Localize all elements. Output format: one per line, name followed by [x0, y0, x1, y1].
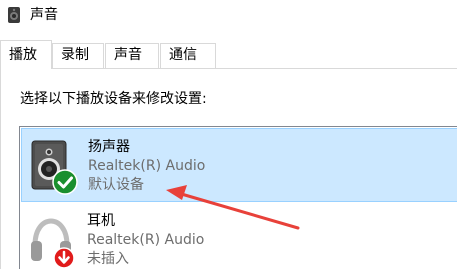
tab-recording[interactable]: 录制 — [52, 43, 104, 68]
tab-playback[interactable]: 播放 — [0, 40, 52, 69]
tab-communications[interactable]: 通信 — [160, 43, 216, 68]
device-status: 默认设备 — [88, 177, 144, 193]
device-item-headphones[interactable]: 耳机 Realtek(R) Audio 未插入 — [21, 203, 457, 269]
device-name: 耳机 — [87, 213, 115, 229]
playback-device-list[interactable]: 扬声器 Realtek(R) Audio 默认设备 耳机 Realtek(R) … — [19, 126, 457, 269]
device-driver: Realtek(R) Audio — [87, 232, 205, 248]
tab-strip: 播放 录制 声音 通信 — [0, 40, 457, 69]
speaker-icon — [8, 7, 20, 23]
window-title: 声音 — [30, 7, 58, 23]
instruction-text: 选择以下播放设备来修改设置: — [20, 91, 207, 107]
tab-sounds[interactable]: 声音 — [105, 43, 159, 68]
sound-dialog: 声音 播放 录制 声音 通信 选择以下播放设备来修改设置: 扬声器 Realte… — [0, 0, 457, 269]
device-item-speaker[interactable]: 扬声器 Realtek(R) Audio 默认设备 — [21, 128, 457, 202]
device-driver: Realtek(R) Audio — [88, 158, 206, 174]
device-status: 未插入 — [87, 251, 129, 267]
title-bar[interactable]: 声音 — [0, 0, 457, 30]
device-name: 扬声器 — [88, 139, 130, 155]
red-down-arrow-badge — [53, 247, 75, 269]
green-checkmark-badge — [52, 169, 78, 195]
